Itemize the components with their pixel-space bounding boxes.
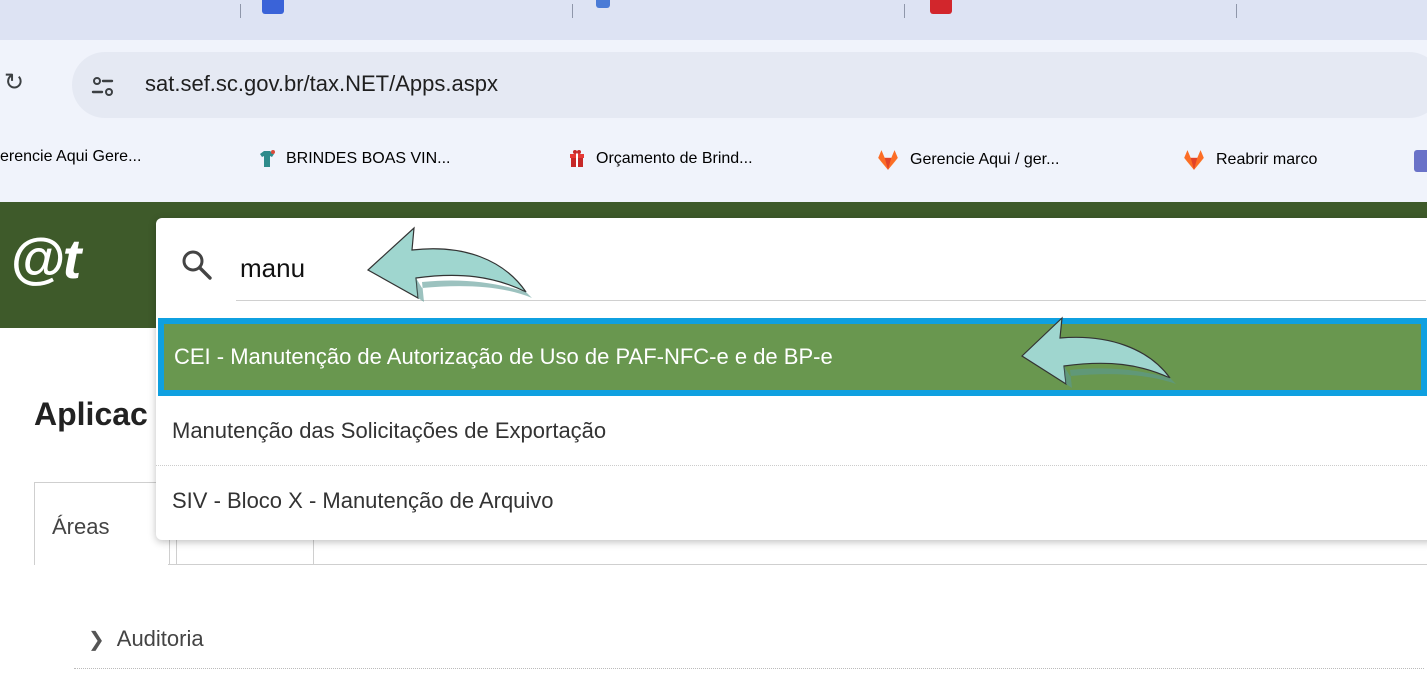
tab-favicon[interactable] — [596, 0, 610, 8]
annotation-arrow-icon — [1021, 316, 1176, 388]
browser-tab-strip — [0, 0, 1427, 40]
search-result-item[interactable]: SIV - Bloco X - Manutenção de Arquivo — [156, 466, 1427, 536]
tab-separator — [572, 4, 573, 18]
tab-separator — [1236, 4, 1237, 18]
search-result-item[interactable]: CEI - Manutenção de Autorização de Uso d… — [158, 318, 1427, 396]
bookmark-item[interactable]: BRINDES BOAS VIN... — [256, 148, 450, 170]
tree-item-auditoria[interactable]: ❯ Auditoria — [88, 626, 204, 652]
gitlab-icon — [878, 150, 898, 170]
tab-separator — [904, 4, 905, 18]
site-logo[interactable]: @t — [10, 226, 81, 291]
tree-item-label: Auditoria — [116, 626, 204, 651]
bookmark-label: Orçamento de Brind... — [596, 150, 753, 167]
gift-icon — [570, 150, 584, 167]
tab-favicon[interactable] — [930, 0, 952, 14]
divider — [74, 668, 1424, 669]
chevron-right-icon: ❯ — [88, 629, 105, 651]
bookmark-label: Reabrir marco — [1216, 151, 1318, 168]
bookmark-label: erencie Aqui Gere... — [0, 148, 142, 165]
search-result-label: SIV - Bloco X - Manutenção de Arquivo — [172, 488, 554, 513]
tabs-divider — [168, 564, 1427, 565]
tab-areas-label[interactable]: Áreas — [52, 514, 109, 540]
address-bar-url[interactable]: sat.sef.sc.gov.br/tax.NET/Apps.aspx — [145, 71, 498, 97]
gitlab-icon — [1184, 150, 1204, 170]
page-title: Aplicac — [34, 396, 148, 432]
bookmark-label: BRINDES BOAS VIN... — [286, 150, 451, 167]
bookmark-item[interactable]: Reabrir marco — [1180, 148, 1317, 172]
tshirt-icon — [260, 150, 275, 167]
tab-separator — [240, 4, 241, 18]
bookmark-item[interactable]: Orçamento de Brind... — [566, 148, 753, 170]
site-info-icon[interactable] — [88, 72, 118, 102]
bookmark-label: Gerencie Aqui / ger... — [910, 151, 1060, 168]
bookmark-item[interactable]: Gerencie Aqui / ger... — [874, 148, 1059, 172]
search-result-item[interactable]: Manutenção das Solicitações de Exportaçã… — [156, 396, 1427, 466]
search-result-label: Manutenção das Solicitações de Exportaçã… — [172, 417, 607, 443]
bookmark-overflow-icon[interactable] — [1414, 150, 1427, 172]
search-result-label: CEI - Manutenção de Autorização de Uso d… — [174, 344, 833, 369]
bookmark-item[interactable]: erencie Aqui Gere... — [0, 148, 141, 166]
annotation-arrow-icon — [366, 226, 532, 302]
tab-favicon[interactable] — [262, 0, 284, 14]
reload-icon[interactable]: ↻ — [4, 68, 24, 97]
search-icon — [182, 250, 212, 280]
